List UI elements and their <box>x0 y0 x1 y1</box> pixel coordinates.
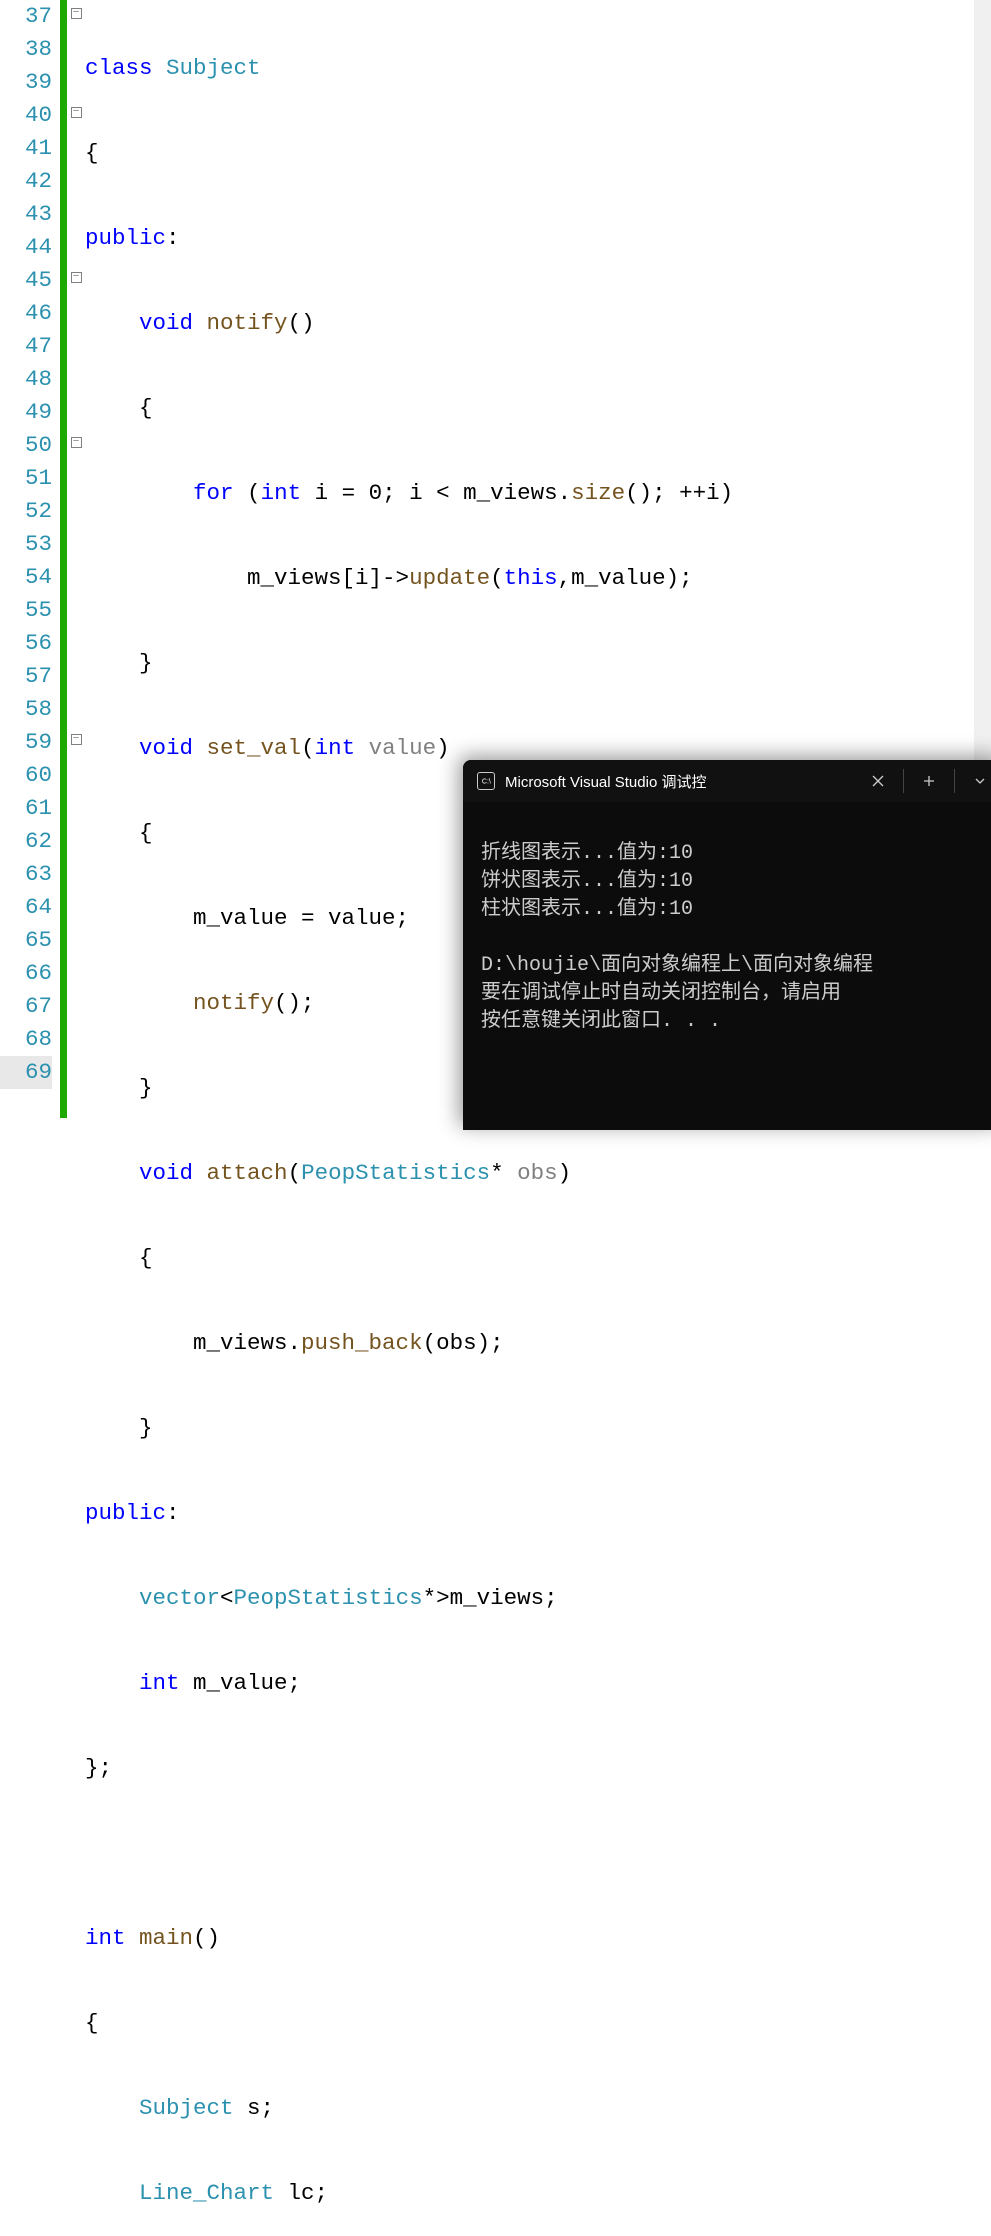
line-number: 43 <box>0 198 52 231</box>
line-number: 59 <box>0 726 52 759</box>
line-number: 61 <box>0 792 52 825</box>
line-number: 39 <box>0 66 52 99</box>
fold-gutter[interactable]: − − − − − <box>67 0 85 1118</box>
code-line[interactable]: public: <box>85 1497 991 1530</box>
titlebar-divider <box>903 769 904 793</box>
code-line[interactable] <box>85 1837 991 1870</box>
code-line[interactable]: for (int i = 0; i < m_views.size(); ++i) <box>85 477 991 510</box>
line-number: 51 <box>0 462 52 495</box>
close-tab-button[interactable] <box>855 760 901 802</box>
code-line[interactable]: Line_Chart lc; <box>85 2177 991 2210</box>
line-number: 53 <box>0 528 52 561</box>
fold-toggle-icon[interactable]: − <box>71 107 82 118</box>
code-line[interactable]: void attach(PeopStatistics* obs) <box>85 1157 991 1190</box>
tab-dropdown-button[interactable] <box>957 760 991 802</box>
change-indicator-bar <box>60 0 67 1118</box>
close-icon <box>872 775 884 787</box>
line-number: 44 <box>0 231 52 264</box>
line-number: 41 <box>0 132 52 165</box>
line-number: 55 <box>0 594 52 627</box>
line-number: 65 <box>0 924 52 957</box>
line-number: 40 <box>0 99 52 132</box>
line-number: 58 <box>0 693 52 726</box>
code-line[interactable]: }; <box>85 1752 991 1785</box>
code-line[interactable]: } <box>85 1412 991 1445</box>
line-number: 67 <box>0 990 52 1023</box>
line-number: 50 <box>0 429 52 462</box>
code-line[interactable]: void notify() <box>85 307 991 340</box>
new-tab-button[interactable] <box>906 760 952 802</box>
console-title: Microsoft Visual Studio 调试控 <box>505 771 706 792</box>
code-line[interactable]: } <box>85 647 991 680</box>
code-line[interactable]: public: <box>85 222 991 255</box>
fold-toggle-icon[interactable]: − <box>71 8 82 19</box>
console-line: 要在调试停止时自动关闭控制台，请启用 <box>481 982 841 1005</box>
console-line: 折线图表示...值为:10 <box>481 842 693 865</box>
code-line[interactable]: { <box>85 137 991 170</box>
code-line[interactable]: m_views[i]->update(this,m_value); <box>85 562 991 595</box>
code-line[interactable]: vector<PeopStatistics*>m_views; <box>85 1582 991 1615</box>
line-number: 46 <box>0 297 52 330</box>
line-number: 38 <box>0 33 52 66</box>
code-line[interactable]: int main() <box>85 1922 991 1955</box>
code-line[interactable]: { <box>85 392 991 425</box>
debug-console-window[interactable]: C:\ Microsoft Visual Studio 调试控 折线图表示...… <box>463 760 991 1130</box>
line-number: 47 <box>0 330 52 363</box>
line-number: 68 <box>0 1023 52 1056</box>
code-line[interactable]: class Subject <box>85 52 991 85</box>
fold-toggle-icon[interactable]: − <box>71 272 82 283</box>
line-number: 56 <box>0 627 52 660</box>
console-titlebar[interactable]: C:\ Microsoft Visual Studio 调试控 <box>463 760 991 802</box>
line-number: 54 <box>0 561 52 594</box>
line-number: 45 <box>0 264 52 297</box>
line-number: 42 <box>0 165 52 198</box>
line-number-gutter: 37 38 39 40 41 42 43 44 45 46 47 48 49 5… <box>0 0 60 1118</box>
console-line: 柱状图表示...值为:10 <box>481 898 693 921</box>
line-number: 64 <box>0 891 52 924</box>
line-number: 66 <box>0 957 52 990</box>
line-number: 60 <box>0 759 52 792</box>
plus-icon <box>923 775 935 787</box>
line-number: 63 <box>0 858 52 891</box>
terminal-icon: C:\ <box>477 772 495 790</box>
console-output[interactable]: 折线图表示...值为:10 饼状图表示...值为:10 柱状图表示...值为:1… <box>463 802 991 1046</box>
line-number: 48 <box>0 363 52 396</box>
chevron-down-icon <box>974 775 986 787</box>
line-number: 69 <box>0 1056 52 1089</box>
line-number: 57 <box>0 660 52 693</box>
code-line[interactable]: { <box>85 2007 991 2040</box>
code-line[interactable]: Subject s; <box>85 2092 991 2125</box>
line-number: 37 <box>0 0 52 33</box>
console-line: 按任意键关闭此窗口. . . <box>481 1010 721 1033</box>
console-line: 饼状图表示...值为:10 <box>481 870 693 893</box>
code-line[interactable]: int m_value; <box>85 1667 991 1700</box>
line-number: 62 <box>0 825 52 858</box>
fold-toggle-icon[interactable]: − <box>71 437 82 448</box>
code-line[interactable]: { <box>85 1242 991 1275</box>
console-line: D:\houjie\面向对象编程上\面向对象编程 <box>481 954 873 977</box>
code-line[interactable]: m_views.push_back(obs); <box>85 1327 991 1360</box>
line-number: 52 <box>0 495 52 528</box>
fold-toggle-icon[interactable]: − <box>71 734 82 745</box>
titlebar-divider <box>954 769 955 793</box>
line-number: 49 <box>0 396 52 429</box>
